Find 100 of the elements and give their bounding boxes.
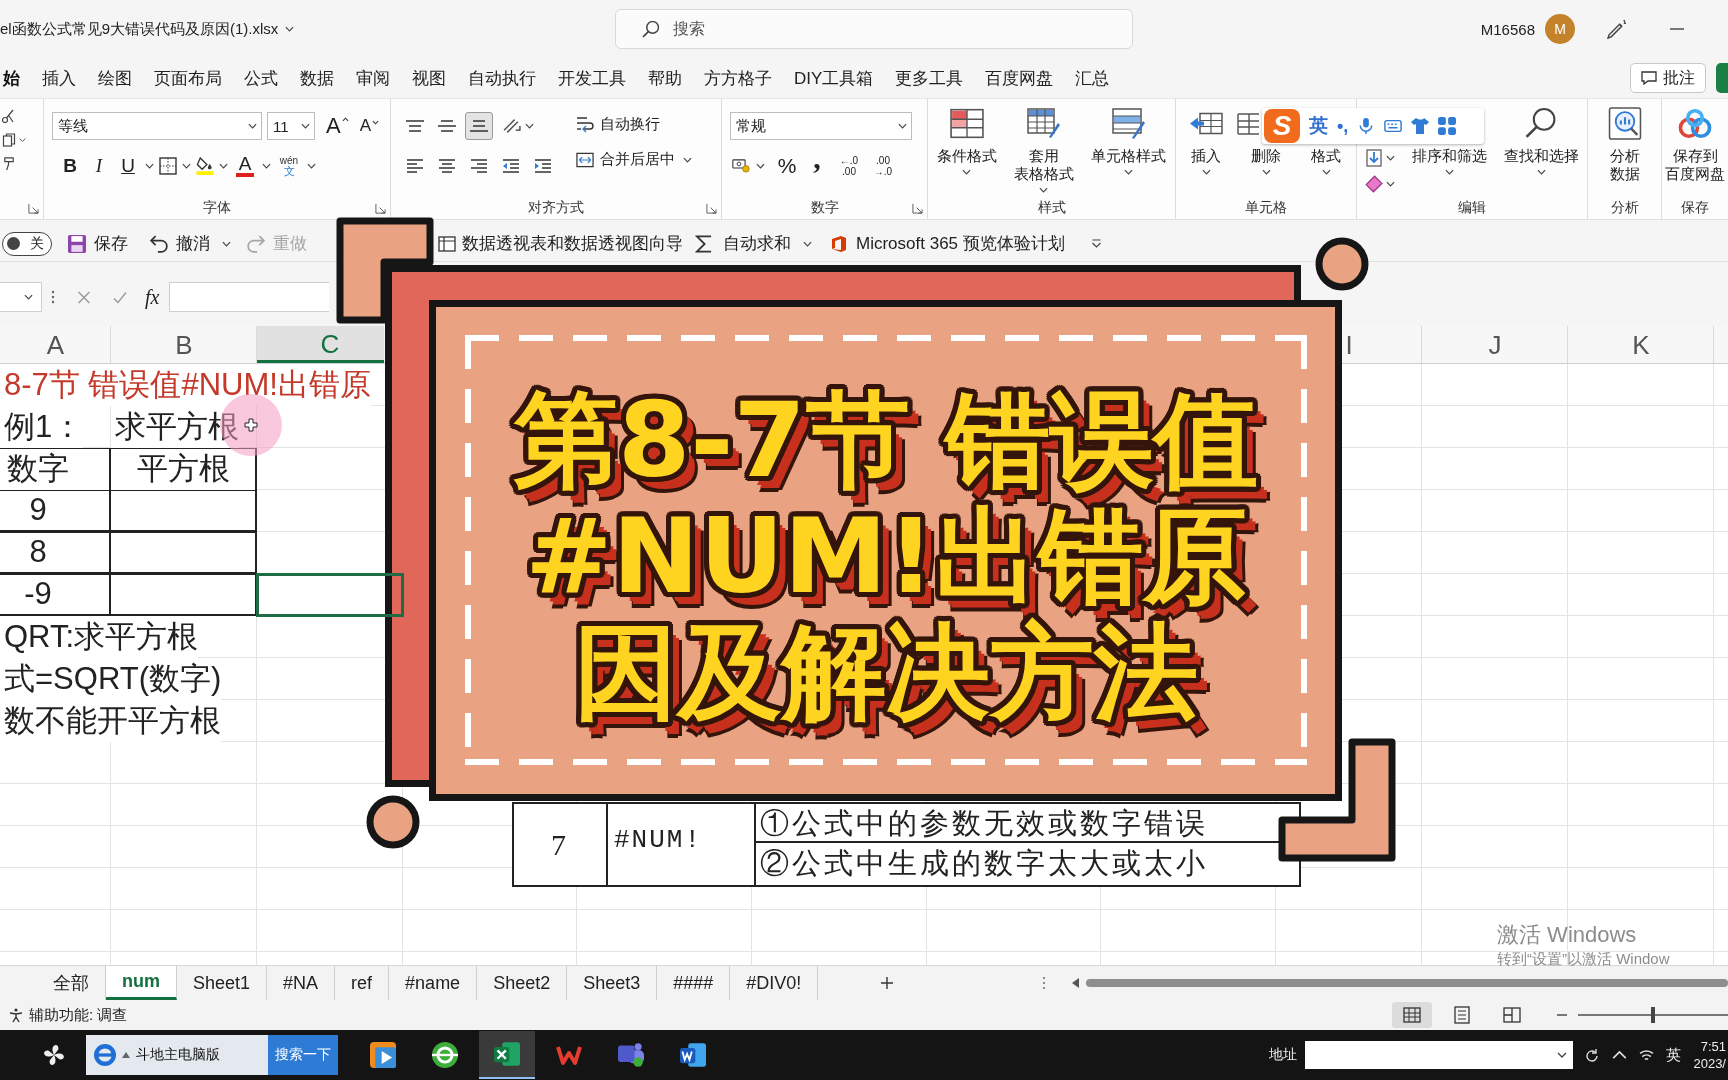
ribbon-button[interactable]: 保存到 百度网盘 [1665, 107, 1725, 183]
refresh-icon[interactable] [1585, 1048, 1601, 1062]
insider-program-button[interactable]: Microsoft 365 预览体验计划 [830, 232, 1065, 255]
shrink-font-button[interactable]: A [359, 116, 380, 136]
caret-icon[interactable] [525, 123, 534, 129]
caret-icon[interactable] [222, 240, 231, 247]
input-mode-indicator[interactable]: 英 [1666, 1045, 1682, 1065]
caret-icon[interactable] [756, 163, 765, 169]
ribbon-button[interactable]: 套用 表格格式 [1014, 107, 1074, 183]
vertical-align-button[interactable] [465, 112, 493, 140]
align-right-icon[interactable] [470, 157, 488, 175]
phonetic-button[interactable]: wén 文 [276, 153, 302, 179]
caret-icon[interactable] [803, 240, 812, 247]
caret-icon[interactable] [1261, 169, 1271, 175]
menu-tab[interactable]: 审阅 [356, 63, 390, 93]
ribbon-button[interactable]: 插入 [1189, 107, 1223, 165]
font-size-field[interactable]: 11 [267, 112, 315, 140]
align-center-icon[interactable] [438, 157, 456, 175]
menu-tab[interactable]: DIY工具箱 [794, 63, 874, 93]
clock-date[interactable]: 2023/ [1693, 1055, 1726, 1072]
menu-tab[interactable]: 开发工具 [558, 63, 626, 93]
menu-tab[interactable]: 页面布局 [154, 63, 222, 93]
formula-input-field[interactable] [169, 282, 330, 312]
cut-off-button[interactable] [1716, 63, 1728, 93]
merge-center-button[interactable]: 合并后居中 [576, 150, 675, 169]
caret-icon[interactable] [19, 137, 26, 143]
accessibility-icon[interactable] [9, 1007, 23, 1023]
name-box-field[interactable] [0, 282, 42, 312]
search-field[interactable]: 搜索 [615, 9, 1133, 49]
font-color-button[interactable]: A [233, 153, 257, 179]
view-button[interactable] [1392, 1002, 1432, 1028]
eraser-icon[interactable] [1365, 175, 1384, 193]
ribbon-button[interactable]: 单元格样式 [1091, 107, 1167, 165]
ribbon-button[interactable]: 格式 [1311, 147, 1341, 165]
more-icon[interactable] [51, 290, 55, 304]
currency-icon[interactable] [732, 157, 750, 175]
column-header[interactable]: C [257, 326, 384, 363]
scroll-left-icon[interactable] [1072, 978, 1081, 988]
borders-icon[interactable] [159, 157, 177, 175]
punctuation-button[interactable]: •, [1337, 115, 1349, 137]
font-name-field[interactable]: 等线 [52, 112, 262, 140]
comma-style-button[interactable]: , [805, 153, 829, 179]
address-field[interactable] [1305, 1041, 1574, 1069]
caret-icon[interactable] [248, 123, 257, 129]
menu-tab[interactable]: 视图 [412, 63, 446, 93]
menu-tab[interactable]: 百度网盘 [985, 63, 1054, 93]
caret-icon[interactable] [307, 163, 316, 169]
caret-icon[interactable] [24, 294, 33, 300]
caret-icon[interactable] [262, 163, 271, 169]
shirt-icon[interactable] [1411, 117, 1430, 135]
dialog-launcher-icon[interactable] [375, 202, 386, 214]
dialog-launcher-icon[interactable] [912, 202, 923, 214]
caret-icon[interactable] [1386, 155, 1396, 161]
ribbon-button[interactable]: 排序和筛选 [1412, 147, 1487, 165]
save-button[interactable]: 保存 [68, 232, 128, 255]
copy-icon[interactable] [2, 133, 16, 147]
autosave-toggle[interactable]: 关 [2, 231, 52, 256]
triangle-icon[interactable] [122, 1052, 130, 1058]
slider-thumb[interactable] [1651, 1007, 1655, 1023]
menu-tab[interactable]: 汇总 [1075, 63, 1110, 93]
pinwheel-icon[interactable] [41, 1042, 67, 1068]
apps-grid-icon[interactable] [1438, 117, 1457, 135]
menu-tab[interactable]: 方方格子 [704, 63, 772, 93]
taskbar-search-field[interactable]: 斗地主电脑版 [86, 1035, 268, 1075]
horizontal-scrollbar[interactable] [1086, 979, 1728, 987]
orientation-icon[interactable] [503, 117, 521, 135]
caret-icon[interactable] [1445, 169, 1454, 175]
scissors-icon[interactable] [2, 109, 16, 123]
menu-tab[interactable]: 始 [3, 63, 20, 93]
caret-icon[interactable] [1124, 169, 1134, 175]
search-button[interactable]: 搜索一下 [268, 1035, 338, 1075]
menu-tab[interactable]: 数据 [300, 63, 334, 93]
caret-icon[interactable] [1321, 169, 1331, 175]
taskbar-app-button[interactable] [479, 1031, 535, 1079]
menu-tab[interactable]: 帮助 [648, 63, 682, 93]
caret-icon[interactable] [1557, 1052, 1568, 1058]
caret-icon[interactable] [219, 163, 228, 169]
indent-increase-icon[interactable] [534, 157, 552, 175]
italic-button[interactable]: I [87, 153, 111, 179]
minimize-icon[interactable] [1669, 28, 1685, 30]
input-mode-button[interactable]: 英 [1309, 113, 1328, 139]
caret-icon[interactable] [1039, 187, 1049, 193]
pen-icon[interactable] [1607, 19, 1627, 39]
comments-button[interactable]: 批注 [1630, 63, 1706, 93]
brush-icon[interactable] [2, 157, 16, 171]
dialog-launcher-icon[interactable] [706, 202, 717, 214]
ribbon-button[interactable]: 分析 数据 [1607, 107, 1642, 183]
underline-button[interactable]: U [116, 153, 140, 179]
bold-button[interactable]: B [58, 153, 82, 179]
caret-icon[interactable] [145, 163, 154, 169]
check-icon[interactable] [113, 290, 127, 304]
wrap-text-button[interactable]: 自动换行 [576, 115, 692, 134]
menu-tab[interactable]: 绘图 [98, 63, 132, 93]
menu-tab[interactable]: 更多工具 [895, 63, 964, 93]
selected-cell[interactable] [257, 574, 403, 616]
caret-icon[interactable] [1386, 181, 1396, 187]
clock-time[interactable]: 7:51 [1700, 1038, 1726, 1055]
caret-icon[interactable] [962, 169, 972, 175]
pivot-wizard-button[interactable]: 数据透视表和数据透视图向导 [438, 232, 683, 255]
fill-down-icon[interactable] [1365, 149, 1384, 167]
